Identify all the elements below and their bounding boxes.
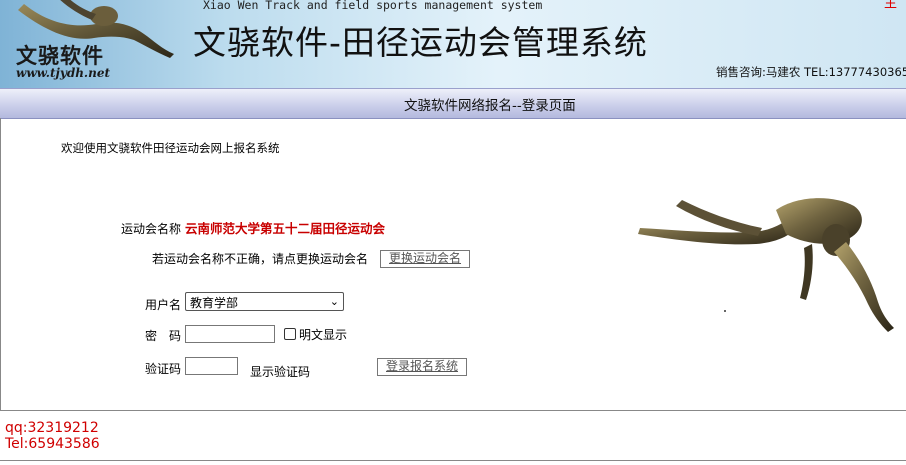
header-banner: 文骁软件 www.tjydh.net Xiao Wen Track and fi… (0, 0, 906, 88)
welcome-text: 欢迎使用文骁软件田径运动会网上报名系统 (61, 141, 280, 155)
tel-number: Tel:65943586 (5, 436, 100, 452)
diver-figure (638, 198, 894, 332)
change-hint: 若运动会名称不正确，请点更换运动会名 (152, 252, 369, 266)
image-speck (724, 310, 726, 312)
username-select[interactable]: 教育学部 ⌄ (185, 292, 344, 311)
password-input[interactable] (185, 325, 275, 343)
captcha-input[interactable] (185, 357, 238, 375)
contact-info: qq:32319212 Tel:65943586 (5, 420, 100, 452)
captcha-label: 验证码 (145, 362, 182, 376)
sales-contact: 销售咨询:马建农 TEL:13777430365 (716, 65, 906, 79)
username-label: 用户名 (145, 298, 182, 312)
corner-text[interactable]: 主 (884, 0, 897, 11)
show-plaintext-checkbox[interactable] (284, 328, 296, 340)
page-title-bar: 文骁软件网络报名--登录页面 (0, 88, 906, 119)
english-title: Xiao Wen Track and field sports manageme… (203, 0, 543, 12)
username-selected: 教育学部 (190, 296, 239, 310)
page-title: 文骁软件网络报名--登录页面 (404, 98, 576, 114)
show-plaintext-label: 明文显示 (299, 328, 348, 342)
password-label: 密 码 (145, 329, 182, 343)
login-button[interactable]: 登录报名系统 (377, 358, 468, 376)
meet-name: 云南师范大学第五十二届田径运动会 (185, 221, 386, 236)
footer-divider (0, 460, 906, 461)
app-title: 文骁软件-田径运动会管理系统 (193, 23, 648, 62)
change-meet-button[interactable]: 更换运动会名 (380, 250, 471, 268)
logo-url: www.tjydh.net (16, 66, 111, 80)
qq-number: qq:32319212 (5, 420, 99, 436)
meet-label: 运动会名称 (121, 222, 182, 236)
dropdown-arrow-icon: ⌄ (329, 295, 339, 308)
show-captcha-link[interactable]: 显示验证码 (250, 363, 310, 380)
